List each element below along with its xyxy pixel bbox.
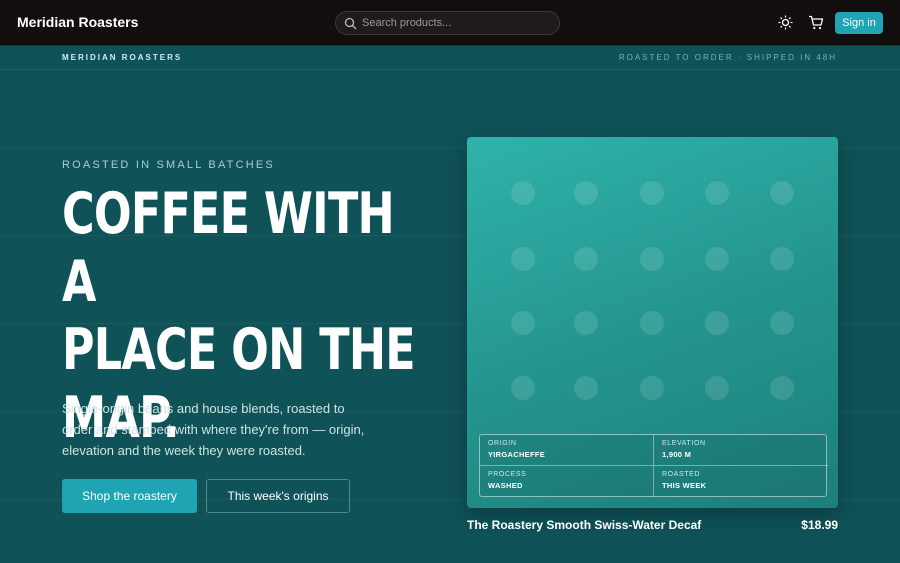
meta-elevation: ELEVATION 1,900 M xyxy=(654,435,828,466)
subbar-brand: MERIDIAN ROASTERS xyxy=(62,53,183,62)
product-price: $18.99 xyxy=(801,518,838,532)
search-box[interactable]: Search products... xyxy=(335,11,560,35)
meta-value: 1,900 M xyxy=(662,450,692,459)
product-name-link[interactable]: The Roastery Smooth Swiss-Water Decaf xyxy=(467,518,701,532)
brand-logo[interactable]: Meridian Roasters xyxy=(17,14,138,30)
hero-eyebrow: ROASTED IN SMALL BATCHES xyxy=(62,159,275,171)
announcement-bar: MERIDIAN ROASTERS ROASTED TO ORDER · SHI… xyxy=(0,46,900,70)
meta-value: WASHED xyxy=(488,481,523,490)
hero-subtitle: Single-origin beans and house blends, ro… xyxy=(62,401,365,458)
search-input[interactable]: Search products... xyxy=(362,17,451,29)
meta-label: ORIGIN xyxy=(488,440,517,447)
meta-roasted: ROASTED THIS WEEK xyxy=(654,466,828,497)
weekly-origins-button[interactable]: This week's origins xyxy=(206,479,350,513)
meta-label: ROASTED xyxy=(662,471,701,478)
meta-label: PROCESS xyxy=(488,471,527,478)
meta-value: THIS WEEK xyxy=(662,481,707,490)
shop-roastery-button[interactable]: Shop the roastery xyxy=(62,479,197,513)
headline-line: COFFEE WITH A xyxy=(62,181,395,315)
product-meta-grid: ORIGIN YIRGACHEFFE ELEVATION 1,900 M PRO… xyxy=(479,434,828,497)
bean-pattern xyxy=(511,181,794,400)
cart-icon[interactable] xyxy=(808,15,824,30)
sun-icon[interactable] xyxy=(778,15,793,30)
search-icon xyxy=(344,17,357,30)
meta-value: YIRGACHEFFE xyxy=(488,450,546,459)
meta-process: PROCESS WASHED xyxy=(480,466,654,497)
meta-label: ELEVATION xyxy=(662,440,706,447)
subbar-tagline: ROASTED TO ORDER · SHIPPED IN 48H xyxy=(618,53,837,62)
headline-line: PLACE ON THE xyxy=(62,317,416,383)
product-card[interactable]: ORIGIN YIRGACHEFFE ELEVATION 1,900 M PRO… xyxy=(467,137,838,508)
top-nav: Meridian Roasters Search products... Sig… xyxy=(0,0,900,46)
sign-in-button[interactable]: Sign in xyxy=(835,12,883,34)
meta-origin: ORIGIN YIRGACHEFFE xyxy=(480,435,654,466)
